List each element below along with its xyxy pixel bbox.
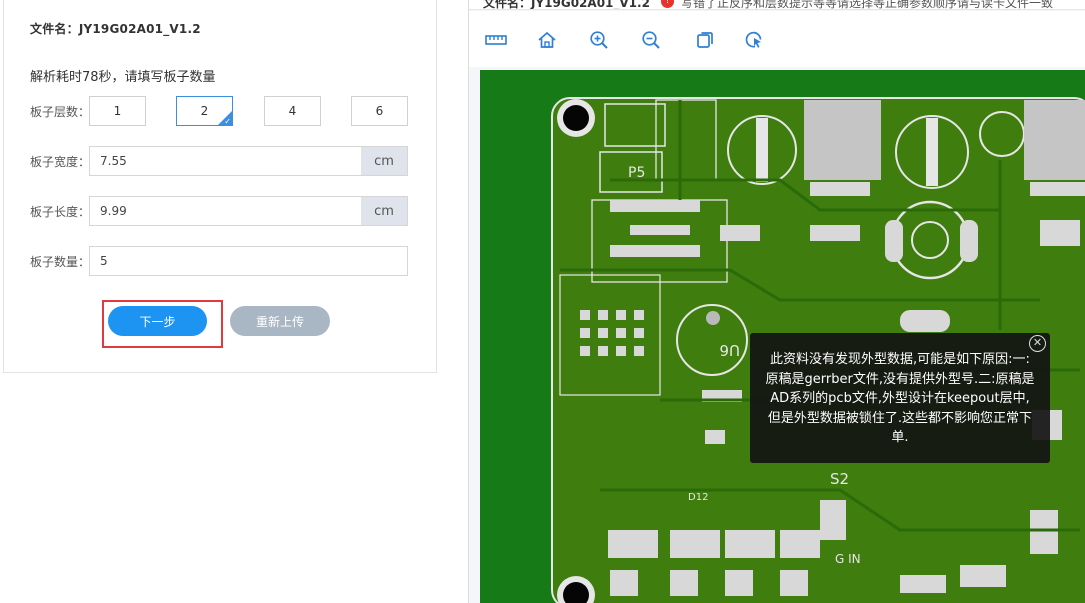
viewer-notice: 写错了正反序和层数提示等等请选择等正确参数顺序请与读卡文件一致 (681, 0, 1054, 10)
order-form-panel: 文件名：JY19G02A01_V1.2 解析耗时78秒，请填写板子数量 板子层数… (3, 0, 437, 373)
layer-option-1[interactable]: 1 (89, 96, 146, 126)
fit-width-icon[interactable] (485, 29, 507, 51)
length-row: 板子长度： (30, 196, 90, 226)
width-row: 板子宽度： (30, 146, 90, 176)
quantity-input[interactable]: 5 (89, 246, 408, 276)
check-icon: ✓ (224, 117, 231, 126)
width-unit: cm (361, 146, 408, 176)
pcb-label-u6: U6 (719, 341, 740, 359)
close-icon[interactable]: ✕ (1029, 335, 1046, 352)
pcb-label-d12: D12 (688, 492, 708, 503)
warning-icon: ! (661, 0, 674, 8)
layer-option-6[interactable]: 6 (351, 96, 408, 126)
copy-icon[interactable] (694, 29, 716, 51)
pcb-label-gin: G IN (835, 552, 861, 566)
length-label: 板子长度： (30, 204, 91, 219)
home-icon[interactable] (536, 29, 558, 51)
layer-option-4[interactable]: 4 (264, 96, 321, 126)
length-input[interactable]: 9.99 (89, 196, 362, 226)
parse-info-text: 解析耗时78秒，请填写板子数量 (30, 70, 216, 85)
zoom-in-icon[interactable] (588, 29, 610, 51)
zoom-out-icon[interactable] (640, 29, 662, 51)
next-step-button[interactable]: 下一步 (108, 306, 207, 336)
layer-option-2[interactable]: 2 ✓ (176, 96, 233, 126)
quantity-label: 板子数量： (30, 254, 91, 269)
viewer-toolbar (469, 11, 1085, 67)
outline-warning-tooltip: 此资料没有发现外型数据,可能是如下原因:一:原稿是gerrber文件,没有提供外… (750, 333, 1050, 463)
file-name: 文件名：JY19G02A01_V1.2 (30, 22, 201, 36)
tooltip-text: 此资料没有发现外型数据,可能是如下原因:一:原稿是gerrber文件,没有提供外… (765, 352, 1035, 445)
reupload-button[interactable]: 重新上传 (230, 306, 330, 336)
length-unit: cm (361, 196, 408, 226)
quantity-row: 板子数量： (30, 246, 90, 276)
viewer-header: 文件名：JY19G02A01_V1.2 ! 写错了正反序和层数提示等等请选择等正… (469, 0, 1085, 10)
width-label: 板子宽度： (30, 154, 91, 169)
width-input[interactable]: 7.55 (89, 146, 362, 176)
viewer-title: 文件名：JY19G02A01_V1.2 (483, 0, 650, 10)
pcb-label-s2: S2 (830, 470, 849, 488)
pcb-viewer-panel: 文件名：JY19G02A01_V1.2 ! 写错了正反序和层数提示等等请选择等正… (468, 0, 1085, 603)
layers-label: 板子层数： (30, 104, 91, 119)
rotate-cursor-icon[interactable] (743, 29, 765, 51)
layers-row: 板子层数： (30, 96, 90, 126)
pcb-label-p5: P5 (628, 165, 645, 181)
